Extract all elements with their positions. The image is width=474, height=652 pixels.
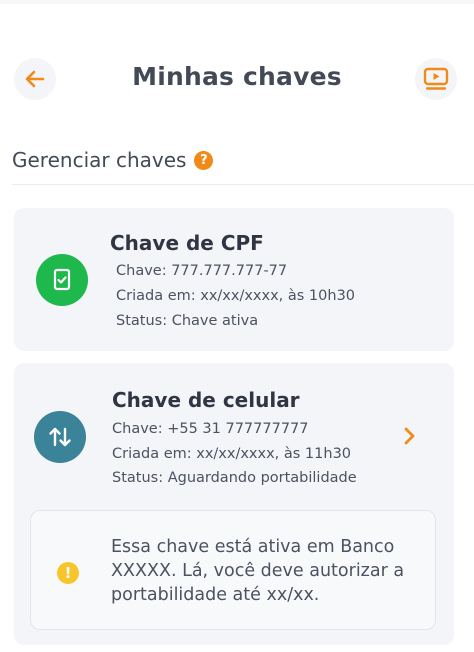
chevron-right-icon[interactable] bbox=[402, 425, 418, 451]
video-icon bbox=[423, 67, 449, 90]
warning-icon: ! bbox=[57, 562, 79, 584]
header: Minhas chaves bbox=[0, 54, 474, 106]
key-title: Chave de celular bbox=[112, 388, 300, 412]
key-card-celular[interactable]: Chave de celular Chave: +55 31 777777777… bbox=[14, 363, 454, 645]
top-divider bbox=[0, 0, 474, 4]
page-title: Minhas chaves bbox=[132, 62, 342, 91]
key-value: Chave: 777.777.777-77 bbox=[116, 263, 288, 279]
document-check-icon bbox=[36, 254, 88, 306]
key-value: Chave: +55 31 777777777 bbox=[112, 421, 309, 437]
key-created: Criada em: xx/xx/xxxx, às 10h30 bbox=[116, 288, 356, 304]
key-created: Criada em: xx/xx/xxxx, às 11h30 bbox=[112, 446, 352, 462]
help-icon[interactable]: ? bbox=[194, 150, 214, 170]
key-card-cpf: Chave de CPF Chave: 777.777.777-77 Criad… bbox=[14, 208, 454, 351]
section-divider bbox=[12, 184, 474, 185]
key-status: Status: Chave ativa bbox=[116, 313, 259, 329]
key-status: Status: Aguardando portabilidade bbox=[112, 470, 357, 486]
portability-notice: ! Essa chave está ativa em Banco XXXXX. … bbox=[30, 510, 436, 630]
video-help-button[interactable] bbox=[415, 58, 457, 100]
key-title: Chave de CPF bbox=[110, 231, 264, 255]
section-title-label: Gerenciar chaves bbox=[12, 148, 187, 172]
notice-text: Essa chave está ativa em Banco XXXXX. Lá… bbox=[111, 537, 405, 605]
transfer-arrows-icon bbox=[34, 411, 86, 463]
section-title: Gerenciar chaves ? bbox=[12, 148, 214, 172]
